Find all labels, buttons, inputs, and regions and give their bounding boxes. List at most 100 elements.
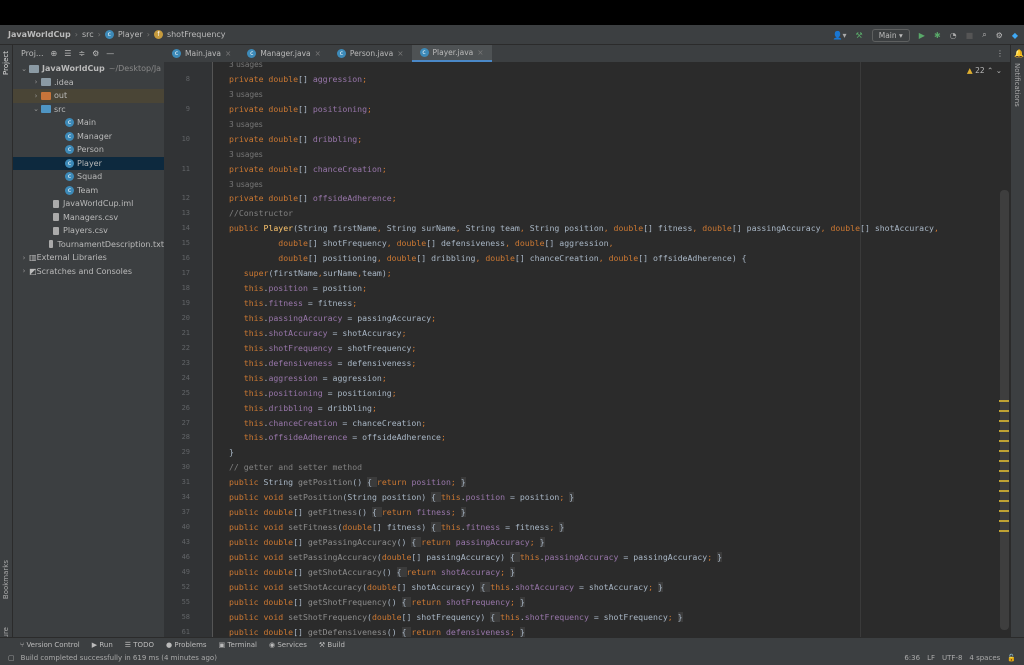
stop-icon[interactable]: ■ bbox=[966, 31, 974, 40]
services-button[interactable]: ◉ Services bbox=[269, 641, 307, 649]
indent-setting[interactable]: 4 spaces bbox=[969, 654, 1000, 662]
problems-button[interactable]: ● Problems bbox=[166, 641, 207, 649]
line-number[interactable]: 28 bbox=[168, 430, 190, 445]
code-editor[interactable]: 3 usages8private double[] aggression;3 u… bbox=[164, 62, 1010, 637]
status-message[interactable]: Build completed successfully in 619 ms (… bbox=[21, 654, 217, 662]
terminal-button[interactable]: ▣ Terminal bbox=[219, 641, 257, 649]
locate-icon[interactable]: ⊕ bbox=[51, 49, 58, 58]
warning-stripe-mark[interactable] bbox=[999, 460, 1009, 462]
line-number[interactable]: 9 bbox=[168, 102, 190, 117]
chevron-down-icon[interactable]: ⌄ bbox=[19, 65, 29, 73]
todo-button[interactable]: ☰ TODO bbox=[125, 641, 154, 649]
warning-stripe-mark[interactable] bbox=[999, 420, 1009, 422]
debug-icon[interactable]: ✱ bbox=[934, 31, 941, 40]
line-number[interactable]: 13 bbox=[168, 206, 190, 221]
line-number[interactable]: 15 bbox=[168, 236, 190, 251]
tab-manager[interactable]: cManager.java× bbox=[239, 45, 329, 62]
expand-all-icon[interactable]: ☰ bbox=[64, 49, 71, 58]
chevron-down-icon[interactable]: ⌄ bbox=[31, 105, 41, 113]
inspection-widget[interactable]: ▲ 22 ⌃ ⌄ bbox=[967, 66, 1002, 75]
tree-item[interactable]: cSquad bbox=[13, 170, 164, 184]
tab-person[interactable]: cPerson.java× bbox=[329, 45, 412, 62]
collapse-all-icon[interactable]: ≑ bbox=[78, 49, 85, 58]
line-number[interactable]: 11 bbox=[168, 162, 190, 177]
search-icon[interactable]: ⌕ bbox=[982, 30, 986, 40]
tab-main[interactable]: cMain.java× bbox=[164, 45, 239, 62]
close-icon[interactable]: × bbox=[477, 48, 483, 57]
line-separator[interactable]: LF bbox=[927, 654, 935, 662]
warning-stripe-mark[interactable] bbox=[999, 440, 1009, 442]
tree-item[interactable]: ⌄src bbox=[13, 103, 164, 117]
line-number[interactable]: 19 bbox=[168, 296, 190, 311]
tree-item[interactable]: ›◩ Scratches and Consoles bbox=[13, 265, 164, 279]
line-number[interactable]: 17 bbox=[168, 266, 190, 281]
cursor-position[interactable]: 6:36 bbox=[904, 654, 920, 662]
line-number[interactable]: 23 bbox=[168, 356, 190, 371]
warning-stripe-mark[interactable] bbox=[999, 510, 1009, 512]
breadcrumb-class[interactable]: Player bbox=[118, 30, 143, 39]
tree-item[interactable]: ⌄JavaWorldCup~/Desktop/Ja bbox=[13, 62, 164, 76]
usages-hint[interactable]: 3 usages bbox=[229, 180, 263, 189]
warning-stripe-mark[interactable] bbox=[999, 400, 1009, 402]
line-number[interactable]: 14 bbox=[168, 221, 190, 236]
line-number[interactable]: 27 bbox=[168, 416, 190, 431]
warning-stripe-mark[interactable] bbox=[999, 480, 1009, 482]
breadcrumb-field[interactable]: shotFrequency bbox=[167, 30, 226, 39]
warning-stripe-mark[interactable] bbox=[999, 430, 1009, 432]
warning-stripe-mark[interactable] bbox=[999, 470, 1009, 472]
tree-item[interactable]: cPlayer bbox=[13, 157, 164, 171]
usages-hint[interactable]: 3 usages bbox=[229, 62, 263, 69]
line-number[interactable]: 40 bbox=[168, 520, 190, 535]
warning-stripe-mark[interactable] bbox=[999, 530, 1009, 532]
close-icon[interactable]: × bbox=[225, 49, 231, 58]
line-number[interactable]: 31 bbox=[168, 475, 190, 490]
usages-hint[interactable]: 3 usages bbox=[229, 90, 263, 99]
tree-item[interactable]: ›▥ External Libraries bbox=[13, 251, 164, 265]
line-number[interactable]: 22 bbox=[168, 341, 190, 356]
chevron-right-icon[interactable]: › bbox=[19, 254, 29, 262]
usages-hint[interactable]: 3 usages bbox=[229, 150, 263, 159]
line-number[interactable]: 18 bbox=[168, 281, 190, 296]
chevron-up-icon[interactable]: ⌃ bbox=[987, 66, 993, 75]
line-number[interactable]: 52 bbox=[168, 580, 190, 595]
version-control-button[interactable]: ⑂ Version Control bbox=[20, 641, 80, 649]
warning-stripe-mark[interactable] bbox=[999, 410, 1009, 412]
warning-stripe-mark[interactable] bbox=[999, 450, 1009, 452]
line-number[interactable]: 24 bbox=[168, 371, 190, 386]
user-icon[interactable]: 👤▾ bbox=[833, 31, 847, 40]
tree-item[interactable]: ›out bbox=[13, 89, 164, 103]
close-icon[interactable]: × bbox=[315, 49, 321, 58]
warning-stripe-mark[interactable] bbox=[999, 490, 1009, 492]
build-button[interactable]: ⚒ Build bbox=[319, 641, 345, 649]
line-number[interactable]: 20 bbox=[168, 311, 190, 326]
tree-item[interactable]: TournamentDescription.txt bbox=[13, 238, 164, 252]
line-number[interactable]: 12 bbox=[168, 191, 190, 206]
line-number[interactable]: 34 bbox=[168, 490, 190, 505]
gear-icon[interactable]: ⚙ bbox=[92, 49, 99, 58]
run-button[interactable]: ▶ Run bbox=[92, 641, 113, 649]
line-number[interactable]: 10 bbox=[168, 132, 190, 147]
file-encoding[interactable]: UTF-8 bbox=[942, 654, 962, 662]
gear-icon[interactable]: ⚙ bbox=[996, 31, 1003, 40]
tree-item[interactable]: Managers.csv bbox=[13, 211, 164, 225]
build-hammer-icon[interactable]: ⚒ bbox=[856, 31, 863, 40]
breadcrumb-src[interactable]: src bbox=[82, 30, 94, 39]
line-number[interactable]: 29 bbox=[168, 445, 190, 460]
line-number[interactable]: 21 bbox=[168, 326, 190, 341]
line-number[interactable]: 16 bbox=[168, 251, 190, 266]
lock-icon[interactable]: 🔓 bbox=[1007, 654, 1016, 662]
breadcrumb-project[interactable]: JavaWorldCup bbox=[8, 30, 71, 39]
warning-stripe-mark[interactable] bbox=[999, 500, 1009, 502]
notifications-stripe-button[interactable]: Notifications bbox=[1013, 63, 1021, 107]
tree-item[interactable]: ›.idea bbox=[13, 76, 164, 90]
line-number[interactable]: 61 bbox=[168, 625, 190, 637]
tree-item[interactable]: JavaWorldCup.iml bbox=[13, 197, 164, 211]
jetbrains-logo-icon[interactable]: ◆ bbox=[1012, 31, 1018, 40]
tab-player[interactable]: cPlayer.java× bbox=[412, 45, 492, 62]
tree-item[interactable]: cMain bbox=[13, 116, 164, 130]
project-stripe-button[interactable]: Project bbox=[2, 51, 10, 75]
notifications-icon[interactable]: 🔔 bbox=[1014, 49, 1024, 58]
tree-item[interactable]: cManager bbox=[13, 130, 164, 144]
bookmarks-stripe-button[interactable]: Bookmarks bbox=[2, 560, 10, 599]
project-panel-title[interactable]: Proj... bbox=[21, 49, 44, 58]
